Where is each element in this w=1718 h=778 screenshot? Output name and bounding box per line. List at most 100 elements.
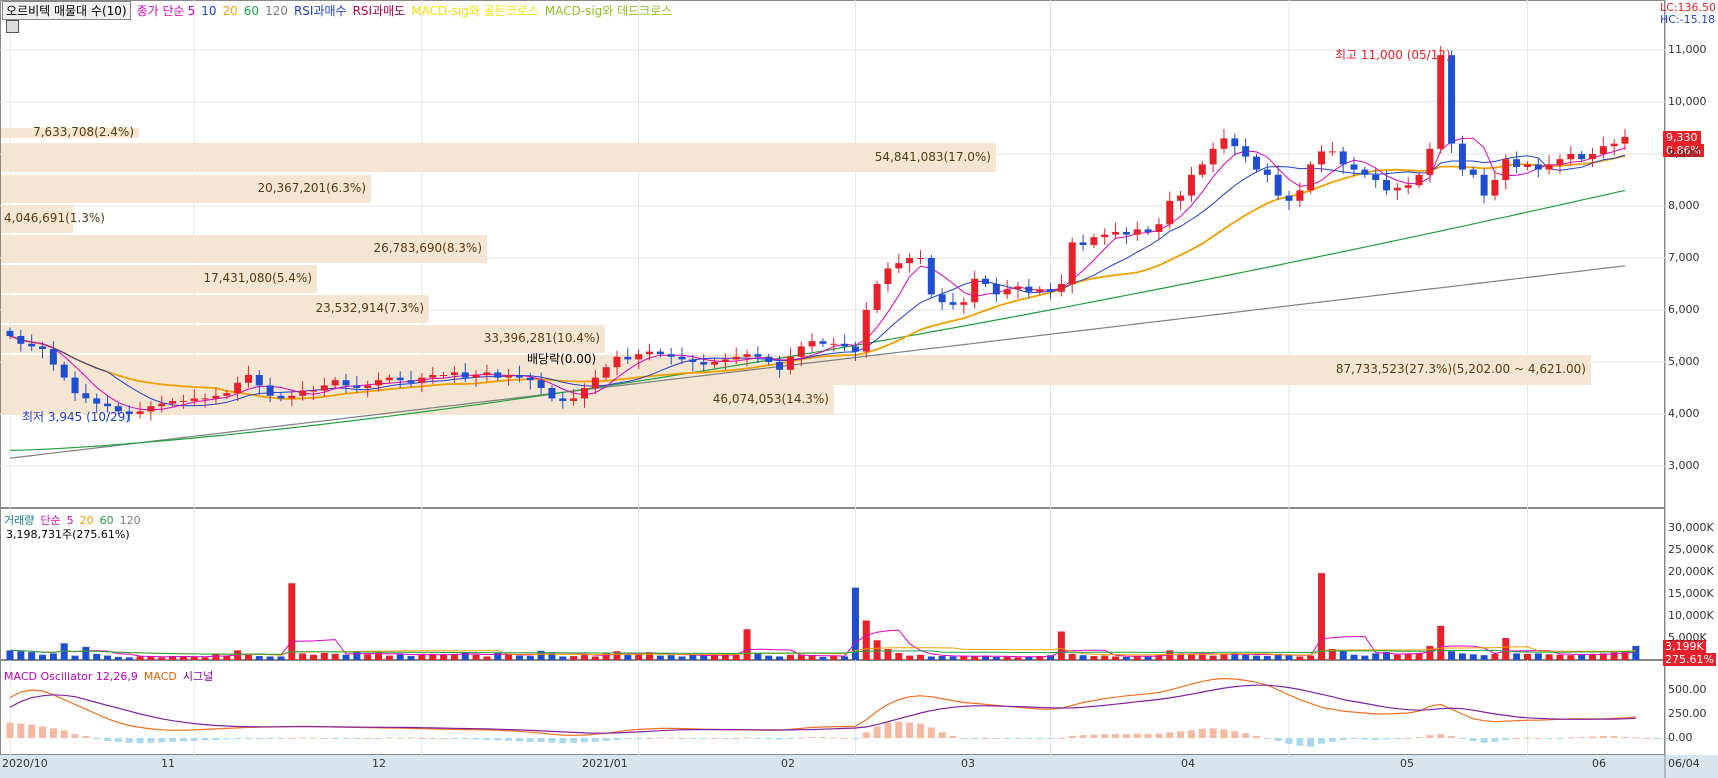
right-hc: HC:-15.18 <box>1660 13 1716 26</box>
ma-label: 종가 단순 <box>136 4 185 18</box>
signal-rsi-overbought: RSI과매수 <box>293 4 347 18</box>
volume-bar <box>1502 638 1510 660</box>
grid-icon[interactable] <box>6 20 19 33</box>
candle-body <box>158 403 166 407</box>
macd-histogram-bar <box>1534 738 1542 739</box>
macd-histogram-bar <box>1036 738 1044 739</box>
macd-histogram-bar <box>786 738 794 739</box>
candle-body <box>537 380 545 388</box>
volume-bar <box>808 656 816 660</box>
volume-profile-label: 26,783,690(8.3%) <box>373 241 482 255</box>
volume-bar <box>1632 645 1640 660</box>
candle-body <box>721 359 729 362</box>
macd-histogram-bar <box>862 732 870 738</box>
volume-bar <box>1513 653 1521 660</box>
candle-body <box>93 398 101 404</box>
macd-histogram-bar <box>580 738 588 743</box>
candle-body <box>1003 289 1011 295</box>
candle-body <box>1448 55 1456 144</box>
macd-histogram-bar <box>559 738 567 744</box>
macd-histogram-bar <box>1448 736 1456 738</box>
candle-body <box>1426 148 1434 175</box>
candle-body <box>711 362 719 365</box>
candle-body <box>6 330 14 336</box>
volume-profile-bar <box>1 143 996 172</box>
candle-body <box>580 388 588 399</box>
volume-bar <box>1491 653 1499 660</box>
candle-body <box>1166 200 1174 225</box>
candle-body <box>526 377 534 381</box>
macd-histogram-bar <box>1372 738 1380 740</box>
candle-body <box>17 336 25 344</box>
macd-histogram-bar <box>234 738 242 739</box>
volume-bar <box>440 654 448 660</box>
macd-oscillator-label: MACD Oscillator 12,26,9 <box>4 669 138 683</box>
macd-histogram-bar <box>1383 738 1391 740</box>
volume-bar <box>1014 657 1022 660</box>
candle-body <box>396 377 404 381</box>
macd-histogram-bar <box>667 737 675 739</box>
candle-body <box>1567 154 1575 160</box>
candle-body <box>635 354 643 360</box>
macd-histogram-bar <box>1101 734 1109 738</box>
macd-histogram-bar <box>1426 735 1434 738</box>
macd-histogram-bar <box>1339 738 1347 740</box>
volume-bar <box>1318 573 1326 660</box>
macd-histogram-bar <box>244 738 252 739</box>
macd-histogram-bar <box>288 738 296 739</box>
macd-histogram-bar <box>613 738 621 740</box>
signal-rsi-oversold: RSI과매도 <box>352 4 406 18</box>
macd-histogram-bar <box>1610 736 1618 738</box>
macd-histogram-bar <box>1502 738 1510 740</box>
macd-histogram-bar <box>277 738 285 739</box>
macd-histogram-bar <box>1307 738 1315 747</box>
volume-bar <box>559 656 567 660</box>
candle-body <box>179 401 187 402</box>
candle-body <box>28 343 36 347</box>
macd-histogram-bar <box>960 738 968 739</box>
volume-bar <box>830 656 838 660</box>
volume-bar <box>1198 654 1206 660</box>
macd-histogram-bar <box>1014 738 1022 739</box>
candle-body <box>1513 159 1521 167</box>
candle-body <box>49 349 57 365</box>
volume-ma-120: 120 <box>119 513 141 527</box>
candle-body <box>786 356 794 370</box>
candle-body <box>949 302 957 305</box>
macd-histogram-bar <box>60 730 68 738</box>
candle-body <box>1415 174 1423 186</box>
macd-histogram-bar <box>1209 728 1217 738</box>
stock-name-box[interactable]: 오르비텍 매물대 수(10) <box>2 1 131 20</box>
candle-body <box>992 284 1000 295</box>
candle-body <box>1144 229 1152 232</box>
price-tick-label: 5,000 <box>1668 355 1700 368</box>
volume-bar <box>895 652 903 660</box>
macd-histogram-bar <box>992 738 1000 739</box>
macd-histogram-bar <box>418 738 426 739</box>
chart-header: 오르비텍 매물대 수(10) 종가 단순 5 10 20 60 120 RSI과… <box>2 1 672 20</box>
candle-body <box>1252 156 1260 170</box>
candle-body <box>407 380 415 383</box>
candle-body <box>309 390 317 392</box>
macd-histogram-bar <box>1318 738 1326 744</box>
volume-bar <box>71 655 79 660</box>
ma-period-120: 120 <box>265 3 288 18</box>
candle-body <box>1339 151 1347 165</box>
macd-histogram-bar <box>1242 733 1250 738</box>
volume-bar <box>6 650 14 660</box>
candle-body <box>1090 237 1098 245</box>
macd-histogram-bar <box>1296 738 1304 746</box>
candle-body <box>613 356 621 368</box>
macd-histogram-bar <box>526 738 534 742</box>
macd-histogram-bar <box>39 726 47 738</box>
macd-histogram-bar <box>949 736 957 738</box>
candle-body <box>320 385 328 391</box>
candle-body <box>1112 232 1120 235</box>
candle-body <box>1502 159 1510 180</box>
volume-bar <box>624 654 632 660</box>
candle-body <box>234 382 242 394</box>
candle-body <box>1177 195 1185 201</box>
candle-body <box>1404 185 1412 188</box>
candle-body <box>255 375 263 386</box>
candle-body <box>678 356 686 360</box>
